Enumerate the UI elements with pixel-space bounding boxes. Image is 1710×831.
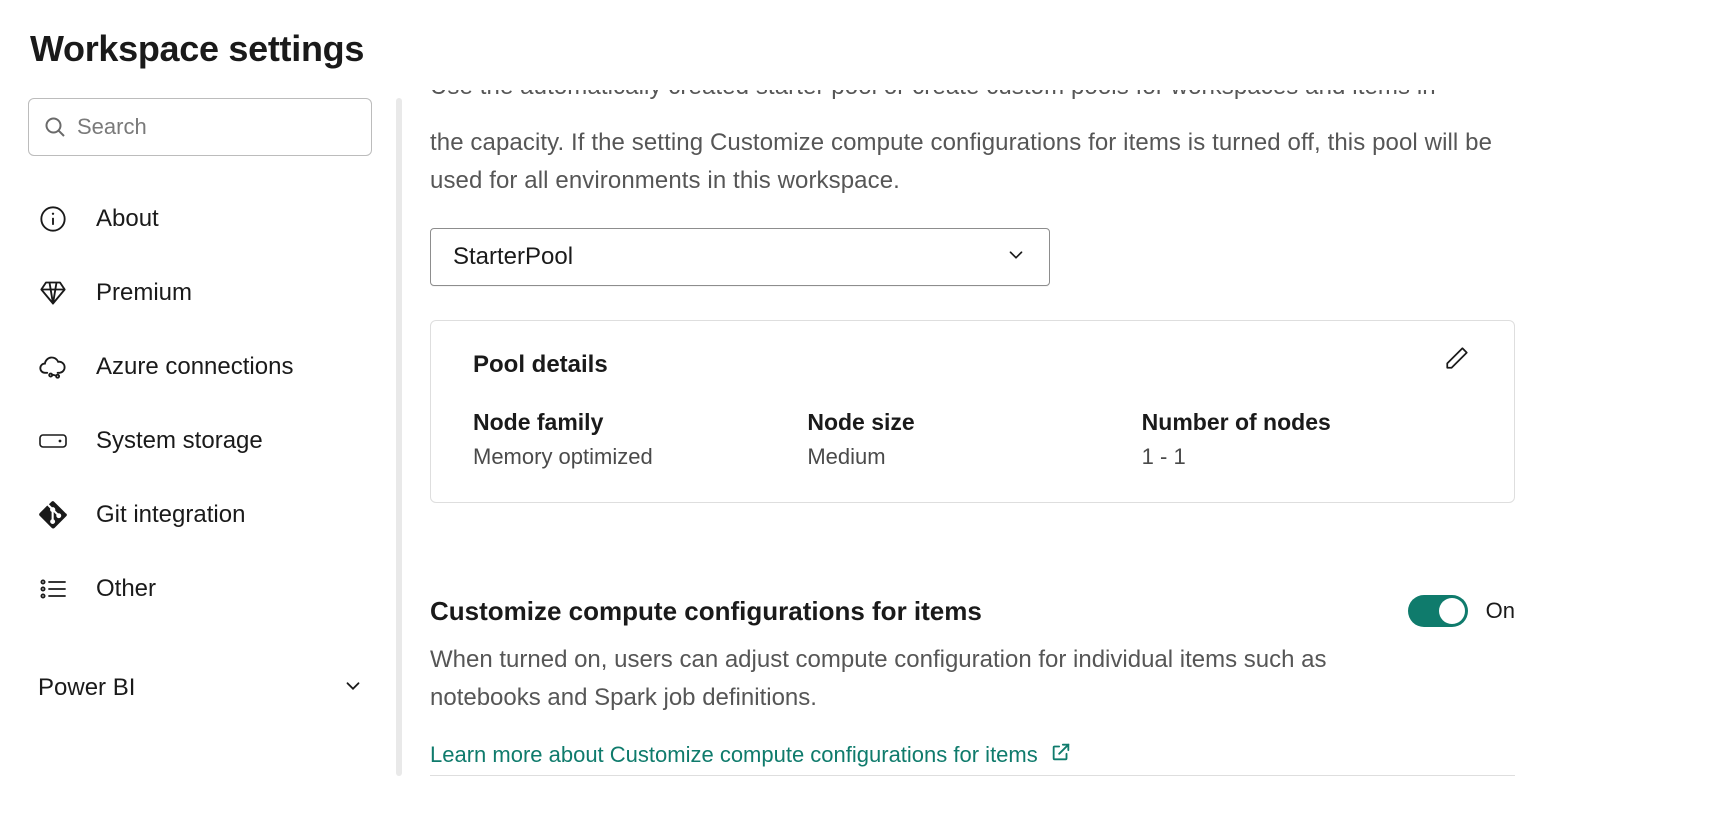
customize-section-header: Customize compute configurations for ite… [430, 595, 1515, 627]
pool-col-node-size: Node size Medium [807, 409, 1141, 470]
sidebar-item-about[interactable]: About [38, 204, 372, 234]
search-box[interactable] [28, 98, 372, 156]
customize-title: Customize compute configurations for ite… [430, 596, 982, 627]
sidebar: About Premium Azure connections [28, 98, 378, 776]
pool-col-node-family: Node family Memory optimized [473, 409, 807, 470]
col-value: 1 - 1 [1142, 444, 1476, 470]
customize-toggle-label: On [1486, 598, 1515, 624]
col-label: Node size [807, 409, 1141, 436]
sidebar-item-premium[interactable]: Premium [38, 278, 372, 308]
col-value: Memory optimized [473, 444, 807, 470]
pool-dropdown-value: StarterPool [453, 243, 573, 271]
sidebar-item-label: Other [96, 575, 156, 603]
sidebar-item-label: Premium [96, 279, 192, 307]
pool-intro-cut: Use the automatically created starter po… [430, 90, 1515, 118]
sidebar-section-powerbi[interactable]: Power BI [28, 674, 372, 702]
pool-dropdown[interactable]: StarterPool [430, 228, 1050, 286]
main-content: Use the automatically created starter po… [430, 98, 1515, 776]
sidebar-item-system-storage[interactable]: System storage [38, 426, 372, 456]
sidebar-item-git-integration[interactable]: Git integration [38, 500, 372, 530]
storage-icon [38, 426, 68, 456]
info-icon [38, 204, 68, 234]
pool-intro: the capacity. If the setting Customize c… [430, 124, 1515, 200]
sidebar-item-label: Azure connections [96, 353, 293, 381]
pool-col-node-count: Number of nodes 1 - 1 [1142, 409, 1476, 470]
sidebar-item-label: Git integration [96, 501, 245, 529]
customize-learn-more-link[interactable]: Learn more about Customize compute confi… [430, 741, 1072, 769]
sidebar-nav: About Premium Azure connections [28, 204, 372, 604]
pool-details-card: Pool details Node family Memory optimize… [430, 320, 1515, 503]
pool-details-title: Pool details [473, 351, 1476, 379]
col-value: Medium [807, 444, 1141, 470]
chevron-down-icon [342, 675, 364, 702]
chevron-down-icon [1005, 244, 1027, 271]
col-label: Number of nodes [1142, 409, 1476, 436]
col-label: Node family [473, 409, 807, 436]
customize-toggle-wrap: On [1408, 595, 1515, 627]
settings-page: Workspace settings About [0, 0, 1710, 804]
page-title: Workspace settings [30, 28, 1686, 70]
diamond-icon [38, 278, 68, 308]
git-icon [38, 500, 68, 530]
sidebar-section-label: Power BI [38, 674, 135, 702]
link-text: Learn more about Customize compute confi… [430, 742, 1038, 768]
cloud-icon [38, 352, 68, 382]
vertical-divider [396, 98, 402, 776]
sidebar-item-label: About [96, 205, 159, 233]
page-body: About Premium Azure connections [28, 98, 1686, 776]
search-icon [47, 112, 77, 142]
pool-details-row: Node family Memory optimized Node size M… [473, 409, 1476, 470]
pencil-icon [1444, 345, 1470, 376]
section-divider [430, 775, 1515, 776]
customize-description: When turned on, users can adjust compute… [430, 641, 1390, 717]
external-link-icon [1050, 741, 1072, 769]
sidebar-item-other[interactable]: Other [38, 574, 372, 604]
sidebar-item-azure-connections[interactable]: Azure connections [38, 352, 372, 382]
sidebar-item-label: System storage [96, 427, 263, 455]
customize-toggle[interactable] [1408, 595, 1468, 627]
search-input[interactable] [77, 114, 353, 140]
list-icon [38, 574, 68, 604]
edit-pool-button[interactable] [1440, 343, 1474, 377]
